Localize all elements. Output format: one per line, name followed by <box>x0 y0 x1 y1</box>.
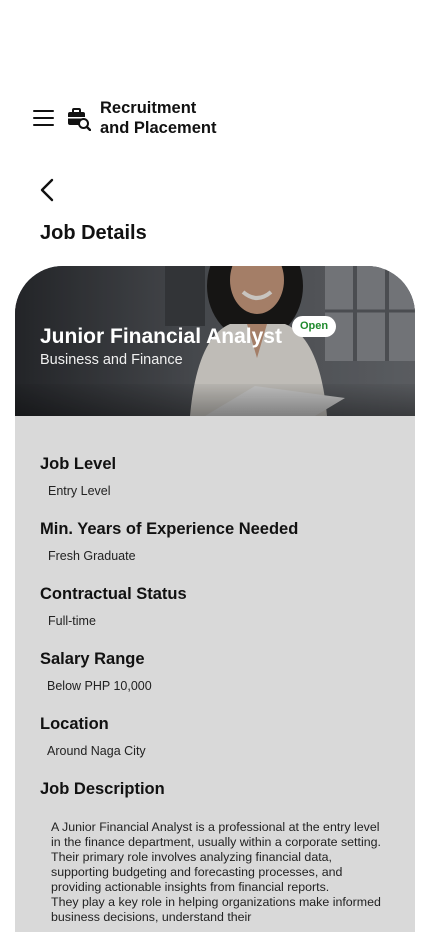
status-badge: Open <box>292 316 337 337</box>
contract-status-value: Full-time <box>48 614 96 628</box>
location-label: Location <box>40 715 109 733</box>
experience-label: Min. Years of Experience Needed <box>40 520 299 538</box>
job-description-label: Job Description <box>40 780 165 798</box>
briefcase-search-icon <box>68 108 91 131</box>
menu-bar <box>33 117 54 119</box>
job-description-paragraph: A Junior Financial Analyst is a professi… <box>51 820 381 894</box>
job-description-paragraph: They play a key role in helping organiza… <box>51 895 381 924</box>
menu-bar <box>33 110 54 112</box>
app-title: Recruitment and Placement <box>100 98 300 138</box>
location-value: Around Naga City <box>47 744 146 758</box>
page-title: Job Details <box>40 222 147 244</box>
app-header: Recruitment and Placement <box>0 96 430 140</box>
menu-bar <box>33 124 54 126</box>
salary-range-label: Salary Range <box>40 650 145 668</box>
job-hero-banner: Junior Financial Analyst Business and Fi… <box>15 266 415 416</box>
job-level-value: Entry Level <box>48 484 111 498</box>
job-detail-card: Junior Financial Analyst Business and Fi… <box>15 266 415 932</box>
chevron-left-icon[interactable] <box>37 177 59 203</box>
app-title-line1: Recruitment <box>100 99 197 117</box>
app-title-line2: and Placement <box>100 119 217 137</box>
salary-range-value: Below PHP 10,000 <box>47 679 152 693</box>
job-category: Business and Finance <box>40 352 183 368</box>
job-title: Junior Financial Analyst <box>40 325 282 348</box>
hamburger-menu-icon[interactable] <box>33 109 55 127</box>
experience-value: Fresh Graduate <box>48 549 136 563</box>
job-description-text: A Junior Financial Analyst is a professi… <box>51 820 391 925</box>
contract-status-label: Contractual Status <box>40 585 187 603</box>
job-level-label: Job Level <box>40 455 117 473</box>
